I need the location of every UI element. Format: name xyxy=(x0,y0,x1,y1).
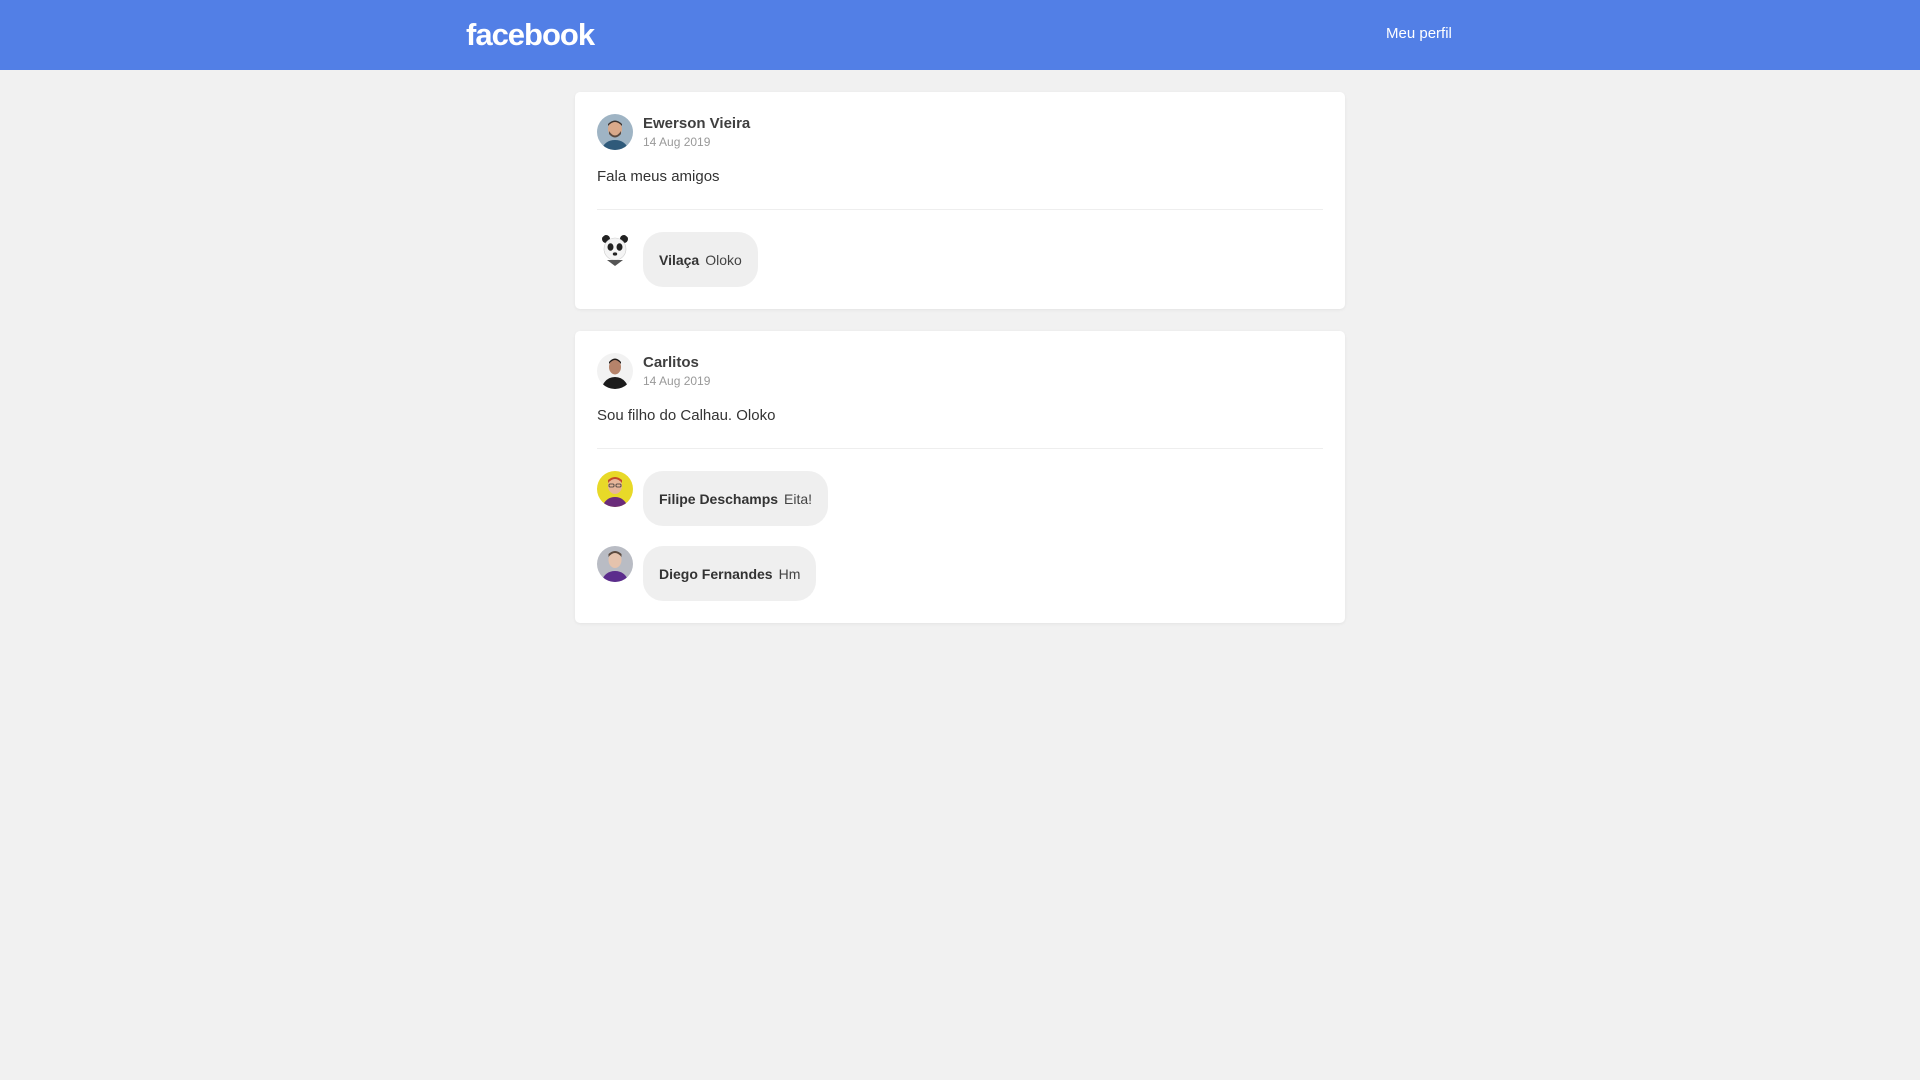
comment-text: Oloko xyxy=(705,251,742,268)
avatar-image xyxy=(597,546,633,582)
avatar-image xyxy=(597,114,633,150)
comment-text: Eita! xyxy=(784,490,813,507)
post-divider xyxy=(597,209,1323,210)
post-meta: Ewerson Vieira 14 Aug 2019 xyxy=(643,115,750,150)
comment-avatar[interactable] xyxy=(597,471,633,507)
post-divider xyxy=(597,448,1323,449)
comment-author[interactable]: Diego Fernandes xyxy=(659,566,773,582)
comment-avatar[interactable] xyxy=(597,232,633,268)
comment-list: Vilaça Oloko xyxy=(597,232,1323,287)
post-date: 14 Aug 2019 xyxy=(643,373,711,388)
post-header: Ewerson Vieira 14 Aug 2019 xyxy=(597,114,1323,150)
my-profile-link[interactable]: Meu perfil xyxy=(1386,25,1452,42)
post-card: Ewerson Vieira 14 Aug 2019 Fala meus ami… xyxy=(575,92,1345,309)
comment-text: Hm xyxy=(778,565,801,582)
post-author[interactable]: Ewerson Vieira xyxy=(643,115,750,133)
post-content: Fala meus amigos xyxy=(597,168,720,185)
comment-author[interactable]: Vilaça xyxy=(659,252,699,268)
panda-avatar-image xyxy=(597,232,633,268)
comment-bubble: Filipe Deschamps Eita! xyxy=(643,471,829,526)
comment-bubble: Vilaça Oloko xyxy=(643,232,758,287)
top-navbar: facebook Meu perfil xyxy=(0,0,1920,70)
post-feed: Ewerson Vieira 14 Aug 2019 Fala meus ami… xyxy=(575,92,1345,645)
author-avatar[interactable] xyxy=(597,353,633,389)
comment-author[interactable]: Filipe Deschamps xyxy=(659,491,778,507)
post-content: Sou filho do Calhau. Oloko xyxy=(597,407,776,424)
post-card: Carlitos 14 Aug 2019 Sou filho do Calhau… xyxy=(575,331,1345,623)
comment-item: Filipe Deschamps Eita! xyxy=(597,471,1323,526)
post-meta: Carlitos 14 Aug 2019 xyxy=(643,354,710,389)
avatar-image xyxy=(597,471,633,507)
post-date: 14 Aug 2019 xyxy=(643,134,711,149)
comment-item: Vilaça Oloko xyxy=(597,232,1323,287)
author-avatar[interactable] xyxy=(597,114,633,150)
comment-avatar[interactable] xyxy=(597,546,633,582)
comment-list: Filipe Deschamps Eita! Diego Fernandes H… xyxy=(597,471,1323,601)
comment-item: Diego Fernandes Hm xyxy=(597,546,1323,601)
facebook-logo[interactable]: facebook xyxy=(466,15,595,55)
avatar-image xyxy=(597,353,633,389)
comment-bubble: Diego Fernandes Hm xyxy=(643,546,817,601)
post-author[interactable]: Carlitos xyxy=(643,354,710,372)
post-header: Carlitos 14 Aug 2019 xyxy=(597,353,1323,389)
